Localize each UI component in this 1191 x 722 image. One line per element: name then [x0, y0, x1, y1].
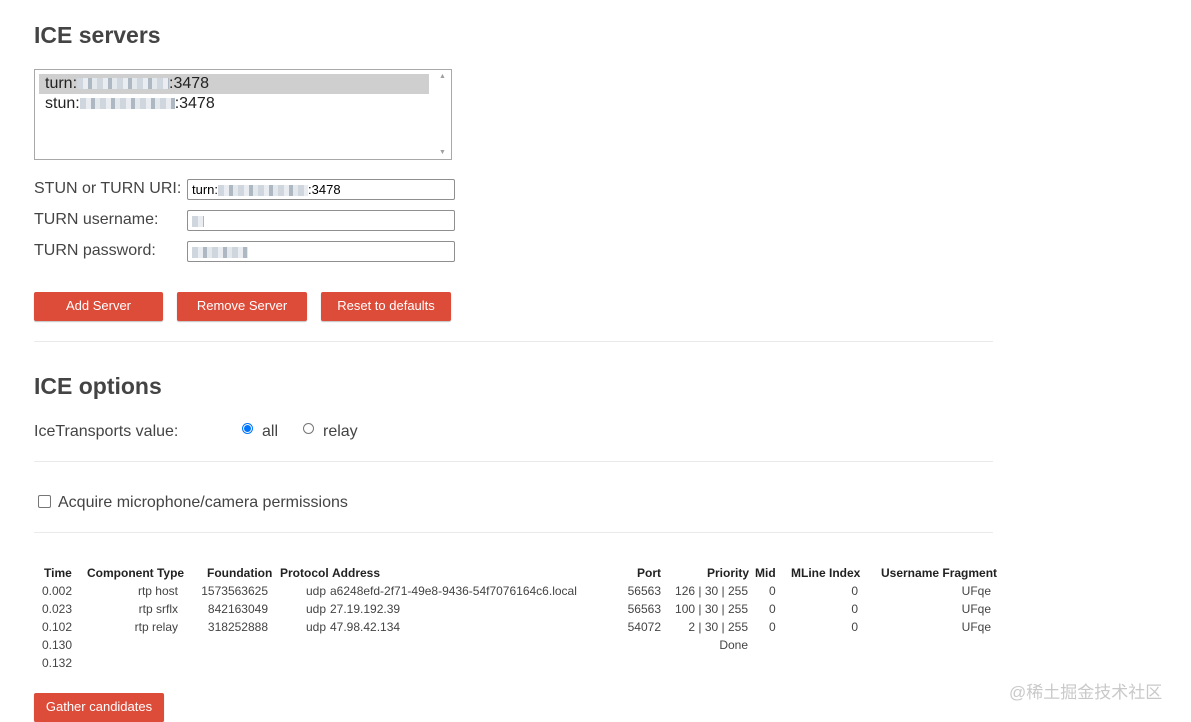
cell-time: 0.002 [42, 584, 73, 598]
cell-mid: 0 [769, 584, 776, 598]
col-header-component-type: Component Type [87, 566, 185, 580]
col-header-time: Time [44, 566, 72, 580]
cell-mline-index: 0 [851, 602, 858, 616]
ice-servers-list[interactable]: turn::3478 stun::3478 ▲ ▼ [34, 69, 452, 160]
password-input[interactable] [187, 241, 455, 262]
cell-address: a6248efd-2f71-49e8-9436-54f7076164c6.loc… [330, 584, 577, 598]
remove-server-button[interactable]: Remove Server [177, 292, 307, 321]
permissions-label[interactable]: Acquire microphone/camera permissions [58, 494, 348, 512]
transport-relay-radio[interactable] [303, 423, 314, 434]
cell-foundation: 842163049 [207, 602, 268, 616]
server-option[interactable]: stun::3478 [39, 94, 429, 114]
cell-protocol: udp [306, 602, 327, 616]
divider [34, 461, 993, 462]
password-label: TURN password: [34, 242, 156, 259]
permissions-checkbox[interactable] [38, 495, 51, 508]
col-header-username-fragment: Username Fragment [881, 566, 998, 580]
username-input[interactable] [187, 210, 455, 231]
cell-protocol: udp [306, 620, 327, 634]
divider [34, 532, 993, 533]
cell-protocol: udp [306, 584, 327, 598]
add-server-button[interactable]: Add Server [34, 292, 163, 321]
cell-username-fragment: UFqe [961, 584, 991, 598]
cell-mid: 0 [769, 602, 776, 616]
redacted-username [192, 216, 204, 228]
reset-defaults-button[interactable]: Reset to defaults [321, 292, 451, 321]
cell-username-fragment: UFqe [961, 620, 991, 634]
cell-component-type: rtp relay [134, 620, 178, 634]
cell-port: 56563 [627, 584, 661, 598]
divider [34, 341, 993, 342]
scroll-up-icon[interactable]: ▲ [439, 73, 446, 80]
cell-time: 0.132 [42, 656, 73, 670]
cell-mline-index: 0 [851, 620, 858, 634]
cell-component-type: rtp host [137, 584, 178, 598]
cell-mline-index: 0 [851, 584, 858, 598]
uri-label: STUN or TURN URI: [34, 180, 182, 197]
col-header-port: Port [637, 566, 661, 580]
cell-address: 27.19.192.39 [330, 602, 401, 616]
cell-port: 56563 [627, 602, 661, 616]
uri-input[interactable]: turn::3478 [187, 179, 455, 200]
transport-all-label[interactable]: all [262, 423, 278, 441]
cell-time: 0.102 [42, 620, 73, 634]
col-header-priority: Priority [707, 566, 750, 580]
done-status: Done [719, 638, 748, 652]
redacted-host [79, 98, 175, 110]
cell-priority: 126 | 30 | 255 [675, 584, 748, 598]
redacted-host [218, 185, 309, 197]
cell-priority: 100 | 30 | 255 [675, 602, 748, 616]
ice-transports-label: IceTransports value: [34, 423, 179, 440]
cell-address: 47.98.42.134 [330, 620, 401, 634]
cell-foundation: 1573563625 [201, 584, 268, 598]
scroll-down-icon[interactable]: ▼ [439, 149, 446, 156]
cell-mid: 0 [769, 620, 776, 634]
col-header-foundation: Foundation [207, 566, 273, 580]
cell-component-type: rtp srflx [138, 602, 178, 616]
cell-port: 54072 [627, 620, 661, 634]
redacted-password [192, 247, 248, 259]
ice-servers-heading: ICE servers [34, 22, 161, 48]
cell-username-fragment: UFqe [961, 602, 991, 616]
col-header-mid: Mid [755, 566, 776, 580]
cell-time: 0.130 [42, 638, 73, 652]
username-label: TURN username: [34, 211, 159, 228]
col-header-address: Address [332, 566, 381, 580]
col-header-protocol: Protocol [280, 566, 329, 580]
cell-foundation: 318252888 [207, 620, 268, 634]
watermark: @稀土掘金技术社区 [1009, 683, 1163, 702]
list-scrollbar[interactable]: ▲ ▼ [434, 70, 451, 159]
col-header-mline-index: MLine Index [791, 566, 861, 580]
transport-all-radio[interactable] [242, 423, 253, 434]
cell-priority: 2 | 30 | 255 [688, 620, 748, 634]
transport-relay-label[interactable]: relay [323, 423, 358, 441]
server-option[interactable]: turn::3478 [39, 74, 429, 94]
ice-options-heading: ICE options [34, 373, 162, 399]
cell-time: 0.023 [42, 602, 73, 616]
redacted-host [77, 78, 170, 90]
